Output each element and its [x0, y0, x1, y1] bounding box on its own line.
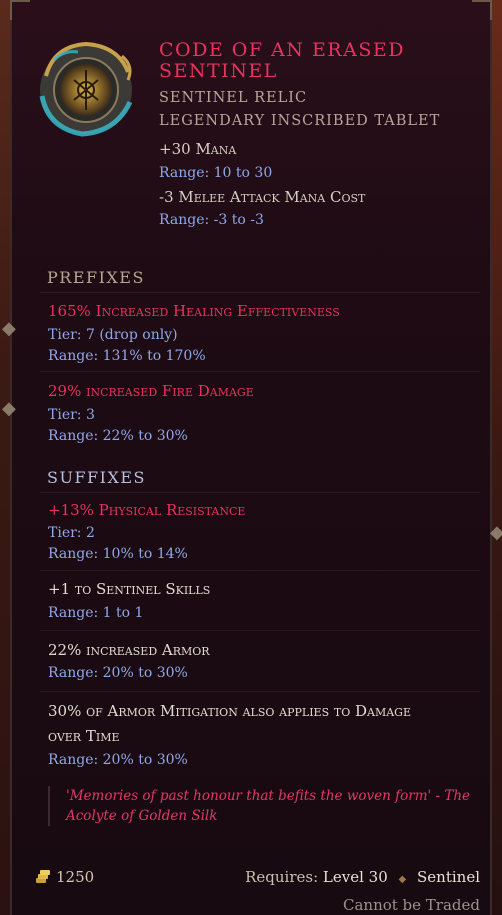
- implicit-value: +30: [159, 140, 191, 158]
- suffix-mod: +13% Physical Resistance: [48, 501, 246, 519]
- extra-mod: 22% increased Armor: [48, 641, 210, 659]
- implicit-range: Range: -3 to -3: [159, 212, 264, 228]
- implicit-range: Range: 10 to 30: [159, 165, 273, 181]
- frame-ornament-icon: ◆: [2, 318, 16, 339]
- section-divider: [40, 492, 480, 493]
- implicit-text: Mana: [195, 140, 237, 158]
- prefix-range: Range: 131% to 170%: [48, 348, 206, 364]
- required-level: Level 30: [322, 868, 388, 886]
- trade-status: Cannot be Traded: [342, 896, 480, 914]
- extra-mod-range: Range: 1 to 1: [48, 605, 144, 621]
- implicit-text: Melee Attack Mana Cost: [178, 188, 366, 206]
- item-base-type: Sentinel Relic: [159, 90, 308, 106]
- prefixes-header: Prefixes: [47, 268, 145, 287]
- implicit-mod: -3 Melee Attack Mana Cost: [159, 188, 365, 206]
- mod-divider: [40, 570, 480, 571]
- implicit-mod: +30 Mana: [159, 140, 236, 158]
- requires-label: Requires:: [245, 868, 319, 886]
- frame-ornament-icon: ◆: [490, 522, 502, 543]
- prefix-tier: Tier: 7 (drop only): [48, 327, 178, 343]
- implicit-value: -3: [159, 188, 174, 206]
- extra-mod-range: Range: 20% to 30%: [48, 752, 188, 768]
- section-divider: [40, 292, 480, 293]
- lore-line: Acolyte of Golden Silk: [66, 808, 218, 824]
- separator-icon: ◆: [398, 874, 407, 885]
- prefix-range: Range: 22% to 30%: [48, 428, 188, 444]
- lore-text: 'Memories of past honour that befits the…: [48, 786, 486, 826]
- prefix-mod: 29% increased Fire Damage: [48, 382, 254, 400]
- prefix-mod: 165% Increased Healing Effectiveness: [48, 302, 340, 320]
- mod-divider: [40, 371, 480, 372]
- suffixes-header: Suffixes: [47, 468, 146, 487]
- required-class: Sentinel: [417, 868, 480, 886]
- frame-corner: [472, 0, 492, 20]
- item-name: Code of an Erased Sentinel: [159, 39, 405, 82]
- relic-tablet-icon: [34, 36, 138, 140]
- extra-mod: 30% of Armor Mitigation also applies to …: [48, 702, 411, 720]
- mod-divider: [40, 630, 480, 631]
- frame-corner: [10, 0, 30, 20]
- suffix-range: Range: 10% to 14%: [48, 546, 188, 562]
- item-rarity-line: Legendary Inscribed Tablet: [159, 113, 441, 129]
- extra-mod-range: Range: 20% to 30%: [48, 665, 188, 681]
- requirements: Requires: Level 30 ◆ Sentinel: [245, 868, 480, 886]
- suffix-tier: Tier: 2: [48, 525, 95, 541]
- prefix-tier: Tier: 3: [48, 407, 95, 423]
- frame-ornament-icon: ◆: [2, 398, 16, 419]
- mod-divider: [40, 691, 480, 692]
- extra-mod-continued: over Time: [48, 727, 120, 745]
- lore-line: 'Memories of past honour that befits the…: [66, 788, 471, 804]
- extra-mod: +1 to Sentinel Skills: [48, 580, 211, 598]
- gold-value: 1250: [56, 868, 95, 886]
- gold-coins-icon: [34, 868, 52, 886]
